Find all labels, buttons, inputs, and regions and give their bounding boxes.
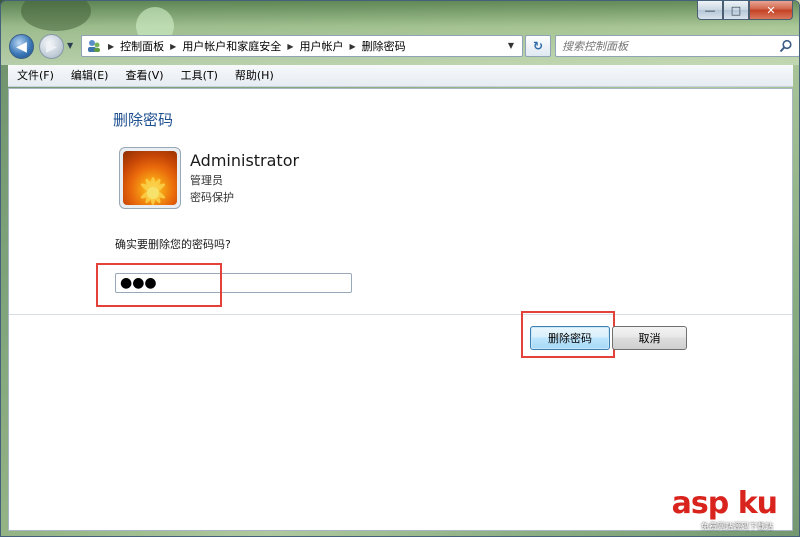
caption-buttons: — □ ✕ (697, 1, 793, 20)
close-button[interactable]: ✕ (749, 1, 793, 20)
back-button[interactable]: ◀ (9, 34, 34, 59)
address-dropdown-icon[interactable]: ▼ (508, 41, 514, 50)
menu-file[interactable]: 文件(F) (8, 65, 62, 87)
breadcrumb-separator-icon: ▶ (287, 41, 294, 51)
user-name: Administrator (190, 151, 300, 170)
search-box[interactable] (555, 35, 799, 57)
refresh-icon: ↻ (532, 39, 544, 53)
background-leaf-spot (21, 1, 91, 31)
arrow-right-icon: ▶ (46, 38, 57, 55)
menu-help[interactable]: 帮助(H) (226, 65, 282, 87)
maximize-button[interactable]: □ (723, 1, 749, 20)
address-bar[interactable]: ▶ 控制面板 ▶ 用户帐户和家庭安全 ▶ 用户帐户 ▶ 删除密码 ▼ (81, 35, 523, 57)
forward-button[interactable]: ▶ (39, 34, 64, 59)
recent-pages-dropdown[interactable]: ▼ (67, 41, 73, 50)
flower-picture-icon (123, 151, 177, 205)
user-password-status: 密码保护 (190, 191, 234, 204)
section-divider (9, 314, 792, 315)
search-input[interactable] (562, 37, 767, 55)
breadcrumb-separator-icon: ▶ (170, 41, 177, 51)
watermark-logo: asp ku (671, 486, 778, 521)
breadcrumb-user-accounts-family[interactable]: 用户帐户和家庭安全 (182, 38, 281, 54)
breadcrumb-separator-icon: ▶ (349, 41, 356, 51)
breadcrumb-user-accounts[interactable]: 用户帐户 (299, 38, 343, 54)
control-panel-users-icon (86, 38, 102, 54)
menu-view[interactable]: 查看(V) (116, 65, 171, 87)
breadcrumb-separator-icon: ▶ (108, 41, 115, 51)
explorer-window: — □ ✕ ◀ ▶ ▼ ▶ 控制面板 ▶ 用户帐户和家庭安全 ▶ 用户帐户 ▶ … (0, 0, 800, 537)
menu-bar: 文件(F) 编辑(E) 查看(V) 工具(T) 帮助(H) (8, 65, 793, 87)
user-role: 管理员 (190, 174, 223, 187)
password-highlight-box (96, 263, 222, 307)
watermark-subtitle: 免费网站源码下载站 (701, 522, 773, 531)
menu-tools[interactable]: 工具(T) (172, 65, 226, 87)
site-watermark: asp ku 免费网站源码下载站 (597, 486, 778, 534)
search-icon[interactable] (779, 39, 793, 53)
breadcrumb-remove-password[interactable]: 删除密码 (362, 38, 406, 54)
navigation-bar: ◀ ▶ ▼ ▶ 控制面板 ▶ 用户帐户和家庭安全 ▶ 用户帐户 ▶ 删除密码 ▼… (9, 33, 799, 59)
confirm-question: 确实要删除您的密码吗? (115, 238, 231, 251)
minimize-button[interactable]: — (697, 1, 723, 20)
arrow-left-icon: ◀ (16, 38, 27, 55)
cancel-button[interactable]: 取消 (612, 326, 687, 350)
refresh-button[interactable]: ↻ (525, 35, 551, 57)
content-pane: 删除密码 Administrator 管理员 密码保护 确实要删除您的密码吗? (8, 88, 793, 531)
remove-password-button[interactable]: 删除密码 (530, 326, 610, 350)
avatar (119, 147, 181, 209)
menu-edit[interactable]: 编辑(E) (62, 65, 117, 87)
breadcrumb-control-panel[interactable]: 控制面板 (120, 38, 164, 54)
page-title: 删除密码 (113, 111, 174, 129)
